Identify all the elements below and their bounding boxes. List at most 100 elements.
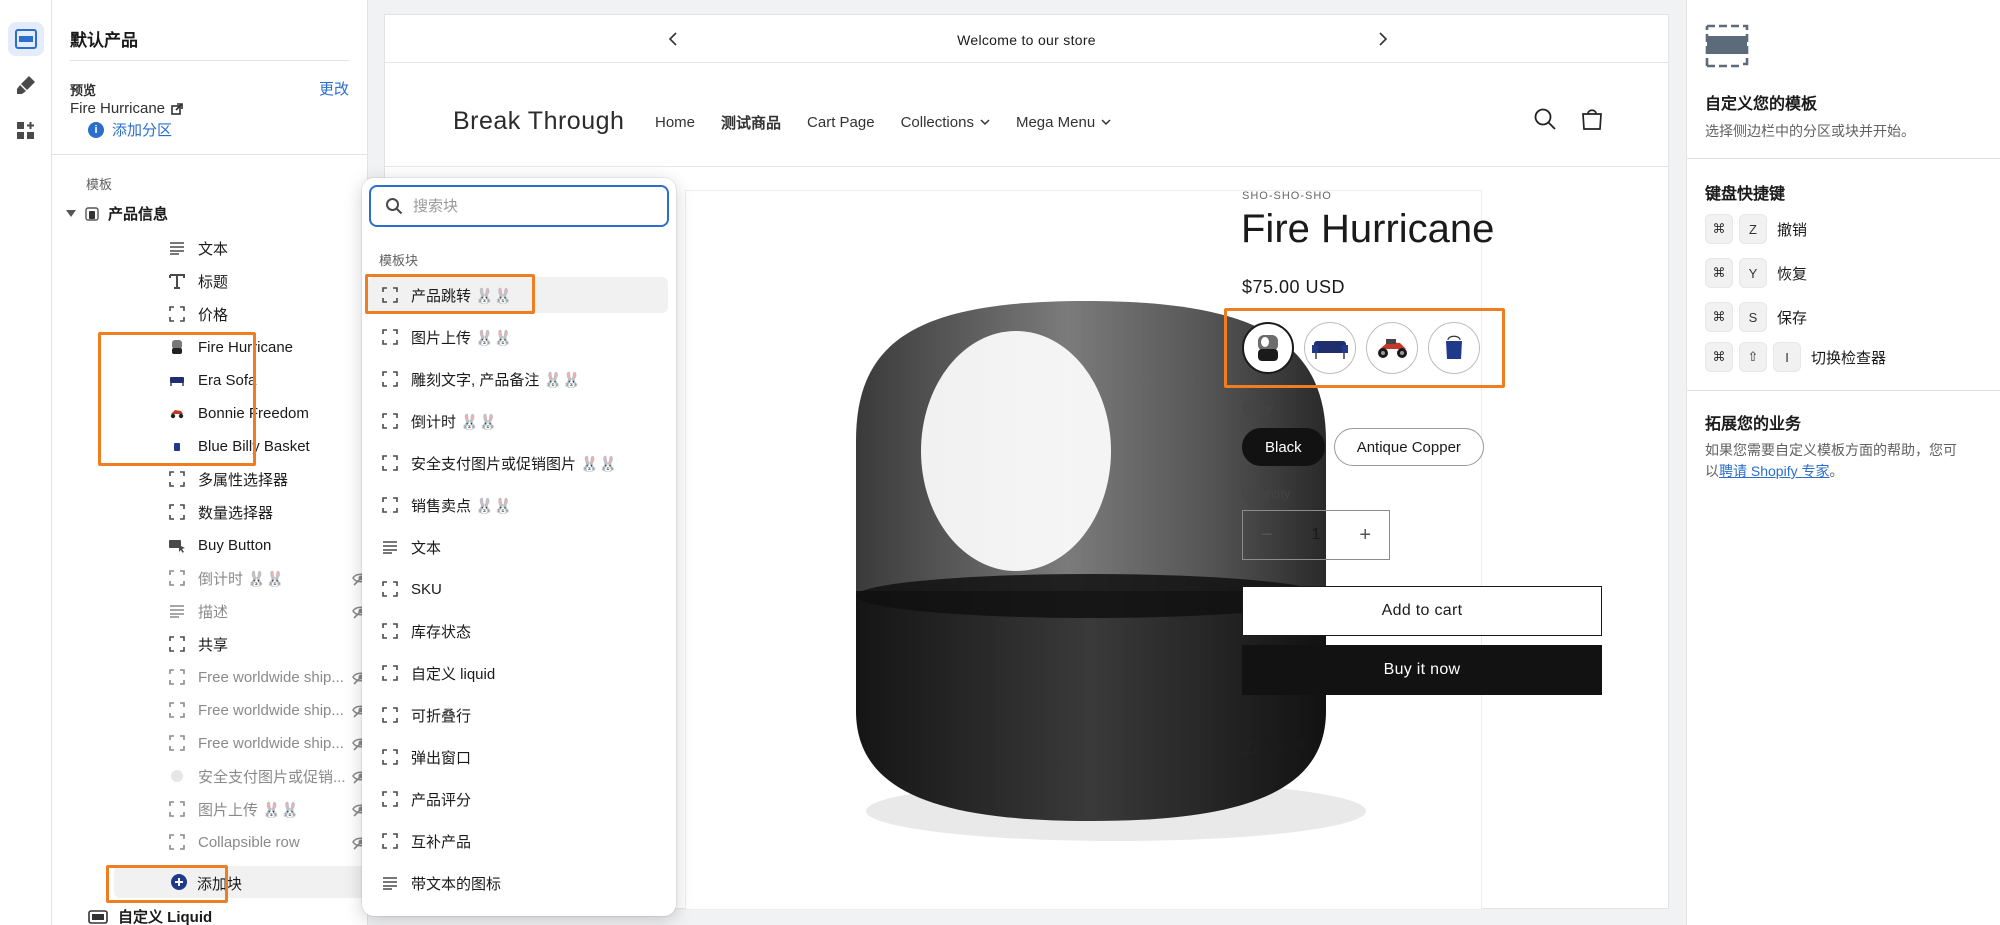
nav-home[interactable]: Home: [655, 112, 695, 133]
block-label: Fire Hurricane: [198, 338, 294, 356]
divider: [52, 154, 367, 155]
picker-item[interactable]: 产品评分: [368, 781, 668, 817]
block-frame-icon: [168, 734, 186, 752]
picker-item[interactable]: 互补产品: [368, 823, 668, 859]
picker-item-label: 雕刻文字, 产品备注 🐰🐰: [411, 371, 581, 389]
block-search-input[interactable]: [413, 197, 643, 215]
chevron-right-icon[interactable]: [1373, 29, 1393, 49]
hire-expert-link[interactable]: 聘请 Shopify 专家: [1719, 463, 1829, 479]
preview-label: 预览: [70, 83, 97, 98]
picker-item[interactable]: 安全支付图片或促销图片 🐰🐰: [368, 445, 668, 481]
apps-icon[interactable]: [8, 114, 44, 148]
preview-product[interactable]: Fire Hurricane: [70, 100, 183, 117]
block-label: Era Sofa: [198, 371, 257, 389]
block-label: Free worldwide ship...: [198, 701, 344, 719]
swatch-rc-car[interactable]: [1366, 322, 1418, 374]
block-row-hidden[interactable]: 倒计时 🐰🐰: [114, 562, 367, 594]
search-icon[interactable]: [1533, 107, 1557, 131]
quantity-value[interactable]: 1: [1312, 526, 1321, 544]
color-option-black[interactable]: Black: [1242, 428, 1325, 466]
swatch-sofa[interactable]: [1304, 322, 1356, 374]
block-row[interactable]: 共享: [114, 628, 367, 660]
grow-title: 拓展您的业务: [1705, 416, 1802, 433]
shortcut-label: 切换检查器: [1811, 349, 1887, 367]
swatch-speaker[interactable]: [1242, 322, 1294, 374]
share-button[interactable]: Share: [1242, 737, 1306, 754]
block-row-hidden[interactable]: 图片上传 🐰🐰: [114, 793, 367, 825]
picker-item-label: 自定义 liquid: [411, 665, 496, 683]
color-options: Black Antique Copper: [1242, 428, 1484, 466]
store-header: Break Through Home 测试商品 Cart Page Collec…: [385, 63, 1668, 167]
block-row[interactable]: 价格: [114, 298, 367, 330]
block-frame-icon: [168, 569, 186, 587]
block-row-fire-hurricane[interactable]: Fire Hurricane: [114, 331, 367, 363]
picker-item[interactable]: 可折叠行: [368, 697, 668, 733]
key: I: [1773, 342, 1801, 372]
speaker-thumb-icon: [168, 338, 186, 356]
picker-item[interactable]: SKU: [368, 571, 668, 607]
block-frame-icon: [168, 470, 186, 488]
picker-item[interactable]: 带文本的图标: [368, 865, 668, 901]
cart-icon[interactable]: [1580, 107, 1604, 131]
color-option-antique-copper[interactable]: Antique Copper: [1333, 428, 1484, 466]
picker-item[interactable]: 销售卖点 🐰🐰: [368, 487, 668, 523]
add-section-link[interactable]: i 添加分区: [88, 120, 172, 138]
section-product-info[interactable]: 产品信息: [66, 203, 168, 224]
announcement-text: Welcome to our store: [957, 32, 1096, 48]
picker-item[interactable]: 倒计时 🐰🐰: [368, 403, 668, 439]
nav-mega-menu[interactable]: Mega Menu: [1016, 112, 1111, 133]
block-row[interactable]: 多属性选择器: [114, 463, 367, 495]
block-row-hidden[interactable]: 描述: [114, 595, 367, 627]
block-frame-icon: [168, 800, 186, 818]
panel-subtitle: 选择侧边栏中的分区或块并开始。: [1705, 123, 1915, 139]
car-thumb-icon: [168, 404, 186, 422]
block-row-hidden[interactable]: 安全支付图片或促销...: [114, 760, 367, 792]
block-row-era-sofa[interactable]: Era Sofa: [114, 364, 367, 396]
block-row-blue-billy-basket[interactable]: Blue Billy Basket: [114, 430, 367, 462]
add-block-button[interactable]: 添加块: [114, 866, 367, 898]
nav-test-product[interactable]: 测试商品: [721, 112, 781, 133]
picker-item[interactable]: 库存状态: [368, 613, 668, 649]
picker-item[interactable]: 雕刻文字, 产品备注 🐰🐰: [368, 361, 668, 397]
buy-now-button[interactable]: Buy it now: [1242, 645, 1602, 695]
key: S: [1739, 302, 1767, 332]
change-preview-link[interactable]: 更改: [319, 78, 349, 99]
plus-icon[interactable]: +: [1359, 524, 1371, 547]
picker-item-label: 产品跳转 🐰🐰: [411, 287, 513, 305]
block-label: Free worldwide ship...: [198, 734, 344, 752]
left-sidebar: 默认产品 预览 更改 Fire Hurricane i 添加分区 模板 产品信息…: [52, 0, 368, 925]
key: Y: [1739, 258, 1767, 288]
picker-item[interactable]: 弹出窗口: [368, 739, 668, 775]
picker-item[interactable]: 自定义 liquid: [368, 655, 668, 691]
section-custom-liquid[interactable]: 自定义 Liquid: [88, 906, 212, 925]
nav-cart-page[interactable]: Cart Page: [807, 112, 875, 133]
block-search: [369, 185, 669, 227]
chevron-down-icon: [980, 119, 990, 126]
sections-icon[interactable]: [8, 22, 44, 56]
block-row-hidden[interactable]: Free worldwide ship...: [114, 661, 367, 693]
picker-item[interactable]: 图片上传 🐰🐰: [368, 319, 668, 355]
swatch-basket[interactable]: [1428, 322, 1480, 374]
picker-item[interactable]: 产品跳转 🐰🐰: [368, 277, 668, 313]
block-row-bonnie-freedom[interactable]: Bonnie Freedom: [114, 397, 367, 429]
add-to-cart-button[interactable]: Add to cart: [1242, 586, 1602, 636]
caret-down-icon[interactable]: [66, 210, 76, 217]
block-frame-icon: [381, 664, 399, 682]
block-row[interactable]: 文本: [114, 232, 367, 264]
block-row-hidden[interactable]: Free worldwide ship...: [114, 694, 367, 726]
theme-brush-icon[interactable]: [8, 68, 44, 102]
block-row-hidden[interactable]: Collapsible row: [114, 826, 367, 858]
nav-collections[interactable]: Collections: [901, 112, 990, 133]
add-block-popover: 模板块 产品跳转 🐰🐰 图片上传 🐰🐰 雕刻文字, 产品备注 🐰🐰 倒计时 🐰🐰…: [362, 178, 676, 916]
share-icon: [1242, 737, 1256, 754]
block-row-hidden[interactable]: Free worldwide ship...: [114, 727, 367, 759]
block-row[interactable]: Buy Button: [114, 529, 367, 561]
picker-item[interactable]: 文本: [368, 529, 668, 565]
minus-icon[interactable]: −: [1261, 524, 1273, 547]
picker-item-label: 产品评分: [411, 791, 472, 809]
block-row[interactable]: 标题: [114, 265, 367, 297]
share-label: Share: [1266, 737, 1307, 754]
store-brand[interactable]: Break Through: [453, 107, 624, 136]
block-row[interactable]: 数量选择器: [114, 496, 367, 528]
divider: [1687, 390, 2000, 391]
